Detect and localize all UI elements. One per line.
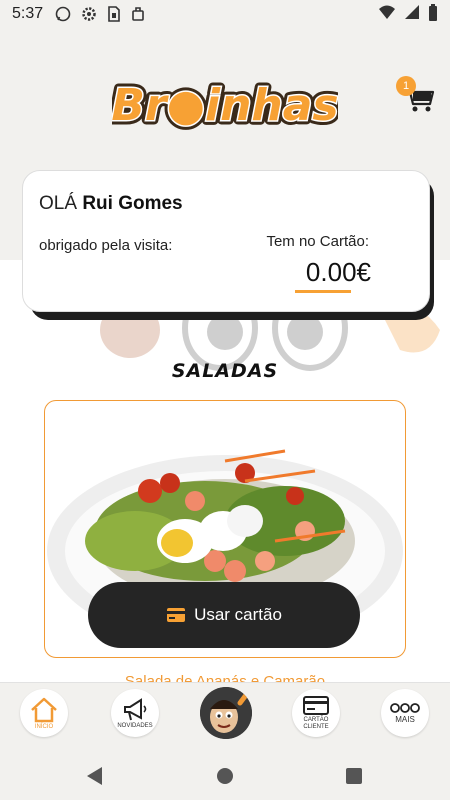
product-name[interactable]: Salada de Ananás e Camarão (0, 670, 450, 682)
nav-news[interactable]: NOVIDADES (111, 689, 159, 737)
mascot-icon (200, 687, 252, 739)
brand-logo[interactable]: Br●inhas Br●inhas (112, 76, 338, 136)
status-time: 5:37 (12, 5, 44, 22)
credit-card-icon (166, 607, 186, 623)
app-screen: 5:37 Br●inhas Br●inhas 1 OLÁ Rui Gomes o… (0, 0, 450, 800)
card-balance-label: Tem no Cartão: (266, 233, 369, 250)
nav-client-card[interactable]: CARTÃO CLIENTE (292, 689, 340, 737)
whatsapp-icon (55, 6, 71, 22)
greeting-text: OLÁ Rui Gomes (39, 193, 183, 215)
more-icon (390, 703, 420, 713)
nav-client-card-label: CARTÃO CLIENTE (303, 717, 329, 730)
back-icon[interactable] (87, 767, 102, 785)
use-card-label: Usar cartão (194, 605, 282, 624)
logo-text: Br●inhas (112, 80, 338, 131)
nav-news-label: NOVIDADES (117, 722, 153, 729)
wifi-icon (378, 4, 396, 24)
card-balance-value: 0.00€ (305, 257, 371, 287)
bottom-navigation: INÍCIO NOVIDADES CARTÃO CLIENTE MAIS (0, 682, 450, 754)
greeting-hello: OLÁ (39, 193, 78, 214)
nav-mascot[interactable] (200, 687, 252, 739)
status-bar: 5:37 (0, 0, 450, 28)
cart-count-badge: 1 (396, 76, 416, 96)
megaphone-icon (124, 697, 147, 720)
sim-icon (107, 6, 121, 22)
nav-home[interactable]: INÍCIO (20, 689, 68, 737)
use-card-button[interactable]: Usar cartão (88, 582, 360, 648)
home-icon (31, 697, 57, 722)
battery-icon (428, 3, 438, 25)
briefcase-icon (131, 6, 145, 22)
gear-icon (81, 6, 97, 22)
greeting-card: OLÁ Rui Gomes obrigado pela visita: Tem … (22, 170, 430, 312)
nav-home-label: INÍCIO (34, 723, 54, 730)
nav-more[interactable]: MAIS (381, 689, 429, 737)
section-title: SALADAS (171, 360, 279, 382)
system-navigation-bar (0, 754, 450, 800)
recents-icon[interactable] (346, 768, 362, 784)
signal-icon (404, 4, 420, 24)
thanks-text: obrigado pela visita: (39, 237, 173, 254)
home-circle-icon[interactable] (217, 768, 233, 784)
nav-more-label: MAIS (395, 715, 415, 724)
balance-underline (295, 290, 351, 293)
user-name: Rui Gomes (82, 193, 183, 214)
card-icon (303, 696, 329, 715)
